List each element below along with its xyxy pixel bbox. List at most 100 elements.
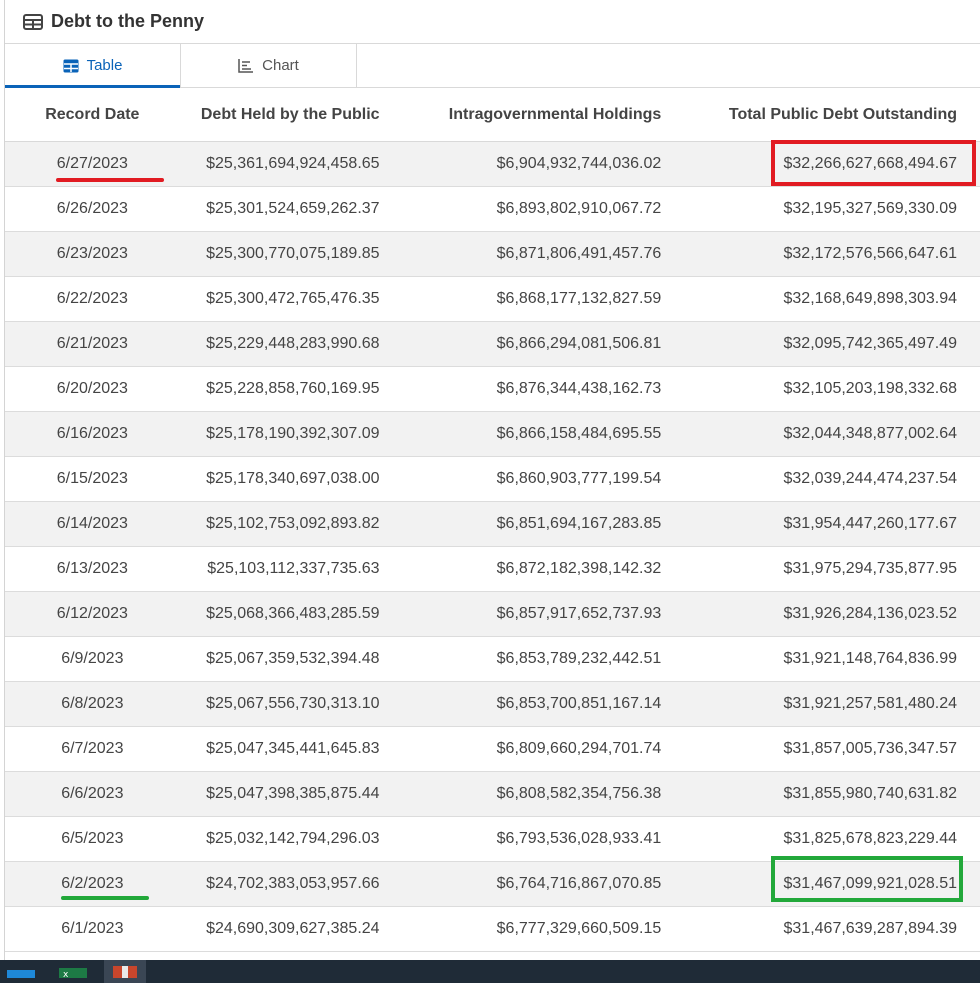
chart-icon (238, 58, 254, 73)
cell-intragovernmental: $6,866,294,081,506.81 (379, 321, 662, 367)
table-row: 6/8/2023 $25,067,556,730,313.10 $6,853,700… (5, 681, 980, 727)
table-row: 6/9/2023 $25,067,359,532,394.48 $6,853,789… (5, 636, 980, 682)
cell-intragovernmental: $6,764,716,867,070.85 (379, 861, 662, 907)
cell-total-debt: $31,825,678,823,229.44 (661, 816, 980, 862)
cell-record-date: 6/23/2023 (5, 231, 180, 277)
cell-record-date: 6/7/2023 (5, 726, 180, 772)
cell-record-date: 6/1/2023 (5, 906, 180, 952)
table-row: 6/21/2023 $25,229,448,283,990.68 $6,866,29… (5, 321, 980, 367)
cell-debt-held-public: $25,229,448,283,990.68 (179, 321, 380, 367)
tab-table[interactable]: Table (5, 44, 181, 88)
panel-header: Debt to the Penny (5, 0, 980, 44)
cell-intragovernmental: $6,777,329,660,509.15 (379, 906, 662, 952)
cell-debt-held-public: $25,361,694,924,458.65 (179, 141, 380, 187)
cell-intragovernmental: $6,851,694,167,283.85 (379, 501, 662, 547)
table-icon (23, 13, 43, 30)
cell-intragovernmental: $6,808,582,354,756.38 (379, 771, 662, 817)
view-tabs: Table Chart (5, 44, 980, 88)
cell-intragovernmental: $6,809,660,294,701.74 (379, 726, 662, 772)
cell-debt-held-public: $25,103,112,337,735.63 (179, 546, 380, 592)
green-underline-annotation (61, 896, 149, 900)
green-box-annotation (771, 856, 963, 902)
table-row: 6/12/2023 $25,068,366,483,285.59 $6,857,91… (5, 591, 980, 637)
tab-chart[interactable]: Chart (181, 44, 357, 87)
cell-debt-held-public: $25,032,142,794,296.03 (179, 816, 380, 862)
cell-total-debt: $31,921,257,581,480.24 (661, 681, 980, 727)
cell-debt-held-public: $24,690,309,627,385.24 (179, 906, 380, 952)
table-row: 6/15/2023 $25,178,340,697,038.00 $6,860,90… (5, 456, 980, 502)
cell-intragovernmental: $6,793,536,028,933.41 (379, 816, 662, 862)
column-header-record-date[interactable]: Record Date (5, 88, 180, 142)
tab-chart-label: Chart (262, 57, 299, 74)
cell-record-date: 6/5/2023 (5, 816, 180, 862)
column-header-debt-held-public[interactable]: Debt Held by the Public (179, 88, 380, 142)
table-header-row: Record Date Debt Held by the Public Intr… (5, 88, 980, 142)
cell-total-debt: $32,172,576,566,647.61 (661, 231, 980, 277)
cell-total-debt: $31,954,447,260,177.67 (661, 501, 980, 547)
cell-record-date: 6/9/2023 (5, 636, 180, 682)
cell-debt-held-public: $25,228,858,760,169.95 (179, 366, 380, 412)
cell-intragovernmental: $6,866,158,484,695.55 (379, 411, 662, 457)
cell-record-date: 6/12/2023 (5, 591, 180, 637)
cell-record-date: 6/22/2023 (5, 276, 180, 322)
network-icon (7, 965, 35, 983)
taskbar-powerpoint-button[interactable] (104, 960, 146, 983)
cell-record-date: 6/8/2023 (5, 681, 180, 727)
cell-debt-held-public: $25,301,524,659,262.37 (179, 186, 380, 232)
red-underline-annotation (56, 178, 164, 182)
taskbar: x (0, 960, 980, 983)
taskbar-excel-button[interactable]: x (52, 960, 94, 983)
cell-total-debt: $32,195,327,569,330.09 (661, 186, 980, 232)
cell-record-date: 6/21/2023 (5, 321, 180, 367)
cell-total-debt: $31,975,294,735,877.95 (661, 546, 980, 592)
table-row: 6/26/2023 $25,301,524,659,262.37 $6,893,80… (5, 186, 980, 232)
table-row: 6/14/2023 $25,102,753,092,893.82 $6,851,69… (5, 501, 980, 547)
cell-debt-held-public: $24,702,383,053,957.66 (179, 861, 380, 907)
cell-intragovernmental: $6,876,344,438,162.73 (379, 366, 662, 412)
table-row: 6/7/2023 $25,047,345,441,645.83 $6,809,660… (5, 726, 980, 772)
tab-table-label: Table (86, 57, 123, 74)
column-header-total-debt[interactable]: Total Public Debt Outstanding (661, 88, 980, 142)
cell-record-date: 6/20/2023 (5, 366, 180, 412)
excel-icon: x (59, 965, 87, 983)
cell-intragovernmental: $6,857,917,652,737.93 (379, 591, 662, 637)
cell-intragovernmental: $6,860,903,777,199.54 (379, 456, 662, 502)
svg-text:x: x (63, 970, 69, 978)
cell-record-date: 6/13/2023 (5, 546, 180, 592)
cell-total-debt: $31,921,148,764,836.99 (661, 636, 980, 682)
table-row: 6/23/2023 $25,300,770,075,189.85 $6,871,80… (5, 231, 980, 277)
column-header-intragovernmental[interactable]: Intragovernmental Holdings (379, 88, 662, 142)
table-row: 6/1/2023 $24,690,309,627,385.24 $6,777,329… (5, 906, 980, 952)
table-row: 6/20/2023 $25,228,858,760,169.95 $6,876,34… (5, 366, 980, 412)
cell-total-debt: $31,857,005,736,347.57 (661, 726, 980, 772)
cell-record-date: 6/6/2023 (5, 771, 180, 817)
cell-debt-held-public: $25,067,359,532,394.48 (179, 636, 380, 682)
cell-debt-held-public: $25,300,472,765,476.35 (179, 276, 380, 322)
cell-intragovernmental: $6,893,802,910,067.72 (379, 186, 662, 232)
cell-debt-held-public: $25,300,770,075,189.85 (179, 231, 380, 277)
powerpoint-icon (113, 965, 137, 983)
table-body: 6/27/2023 $25,361,694,924,458.65 $6,904,93… (5, 141, 980, 952)
cell-total-debt: $32,095,742,365,497.49 (661, 321, 980, 367)
cell-debt-held-public: $25,102,753,092,893.82 (179, 501, 380, 547)
cell-total-debt: $31,855,980,740,631.82 (661, 771, 980, 817)
cell-total-debt: $32,168,649,898,303.94 (661, 276, 980, 322)
cell-total-debt: $32,105,203,198,332.68 (661, 366, 980, 412)
cell-record-date: 6/16/2023 (5, 411, 180, 457)
cell-debt-held-public: $25,178,190,392,307.09 (179, 411, 380, 457)
cell-record-date: 6/26/2023 (5, 186, 180, 232)
cell-debt-held-public: $25,068,366,483,285.59 (179, 591, 380, 637)
cell-debt-held-public: $25,067,556,730,313.10 (179, 681, 380, 727)
cell-total-debt: $32,039,244,474,237.54 (661, 456, 980, 502)
cell-record-date: 6/14/2023 (5, 501, 180, 547)
cell-total-debt: $31,467,639,287,894.39 (661, 906, 980, 952)
cell-intragovernmental: $6,904,932,744,036.02 (379, 141, 662, 187)
taskbar-network-button[interactable] (0, 960, 42, 983)
table-row: 6/6/2023 $25,047,398,385,875.44 $6,808,582… (5, 771, 980, 817)
table-row: 6/16/2023 $25,178,190,392,307.09 $6,866,15… (5, 411, 980, 457)
table-row: 6/13/2023 $25,103,112,337,735.63 $6,872,18… (5, 546, 980, 592)
debt-table: Record Date Debt Held by the Public Intr… (5, 88, 980, 952)
red-box-annotation (771, 140, 976, 186)
page-title: Debt to the Penny (51, 11, 205, 31)
cell-intragovernmental: $6,868,177,132,827.59 (379, 276, 662, 322)
